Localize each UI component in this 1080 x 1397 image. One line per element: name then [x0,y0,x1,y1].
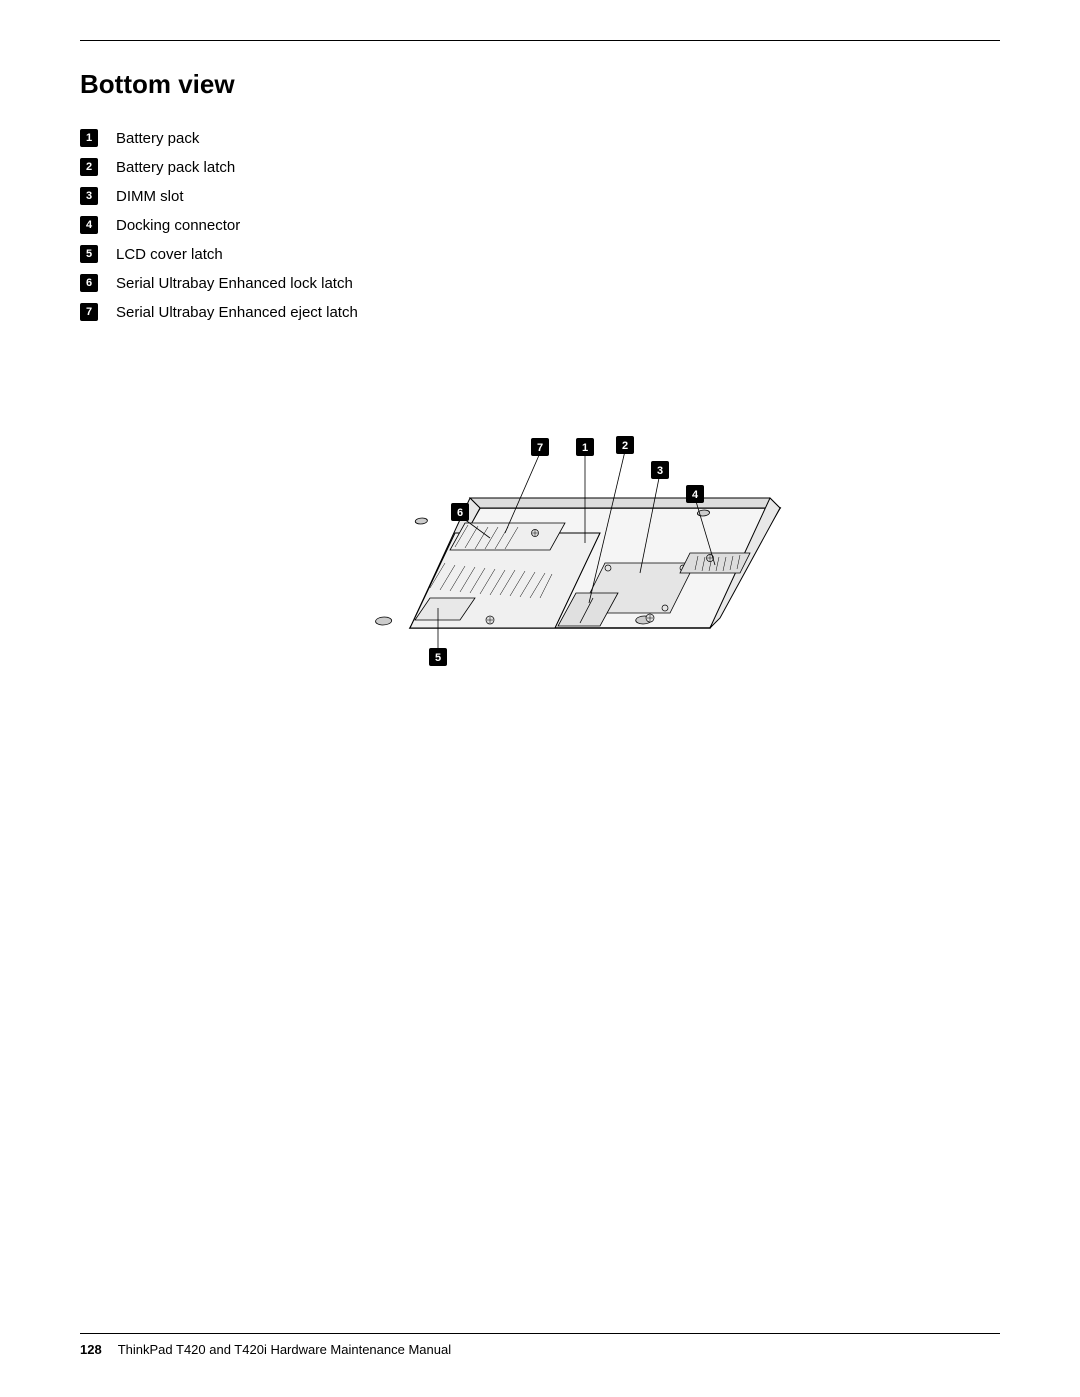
badge-4: 4 [80,216,98,234]
page-title: Bottom view [80,69,1000,100]
list-item: 5 LCD cover latch [80,244,1000,265]
svg-text:5: 5 [435,652,441,664]
list-item: 6 Serial Ultrabay Enhanced lock latch [80,273,1000,294]
svg-text:2: 2 [622,440,628,452]
footer: 128 ThinkPad T420 and T420i Hardware Mai… [80,1333,1000,1357]
svg-text:1: 1 [582,442,588,454]
svg-text:7: 7 [537,442,543,454]
item-label: Battery pack [116,128,199,149]
badge-7: 7 [80,303,98,321]
item-label: DIMM slot [116,186,184,207]
badge-3: 3 [80,187,98,205]
list-item: 3 DIMM slot [80,186,1000,207]
list-item: 4 Docking connector [80,215,1000,236]
laptop-diagram: 7 1 2 3 4 6 5 [290,353,790,683]
diagram-container: 7 1 2 3 4 6 5 [290,353,790,683]
items-list: 1 Battery pack 2 Battery pack latch 3 DIMM sl… [80,128,1000,323]
badge-6: 6 [80,274,98,292]
footer-title: ThinkPad T420 and T420i Hardware Mainten… [118,1342,451,1357]
badge-1: 1 [80,129,98,147]
item-label: Docking connector [116,215,240,236]
list-item: 1 Battery pack [80,128,1000,149]
list-item: 7 Serial Ultrabay Enhanced eject latch [80,302,1000,323]
svg-text:6: 6 [457,507,463,519]
list-item: 2 Battery pack latch [80,157,1000,178]
badge-5: 5 [80,245,98,263]
footer-page-number: 128 [80,1342,102,1357]
badge-2: 2 [80,158,98,176]
page-container: Bottom view 1 Battery pack 2 Battery pack l… [0,0,1080,1397]
item-label: LCD cover latch [116,244,223,265]
item-label: Serial Ultrabay Enhanced eject latch [116,302,358,323]
svg-text:3: 3 [657,465,663,477]
item-label: Battery pack latch [116,157,235,178]
top-rule [80,40,1000,41]
svg-text:4: 4 [692,489,699,501]
item-label: Serial Ultrabay Enhanced lock latch [116,273,353,294]
